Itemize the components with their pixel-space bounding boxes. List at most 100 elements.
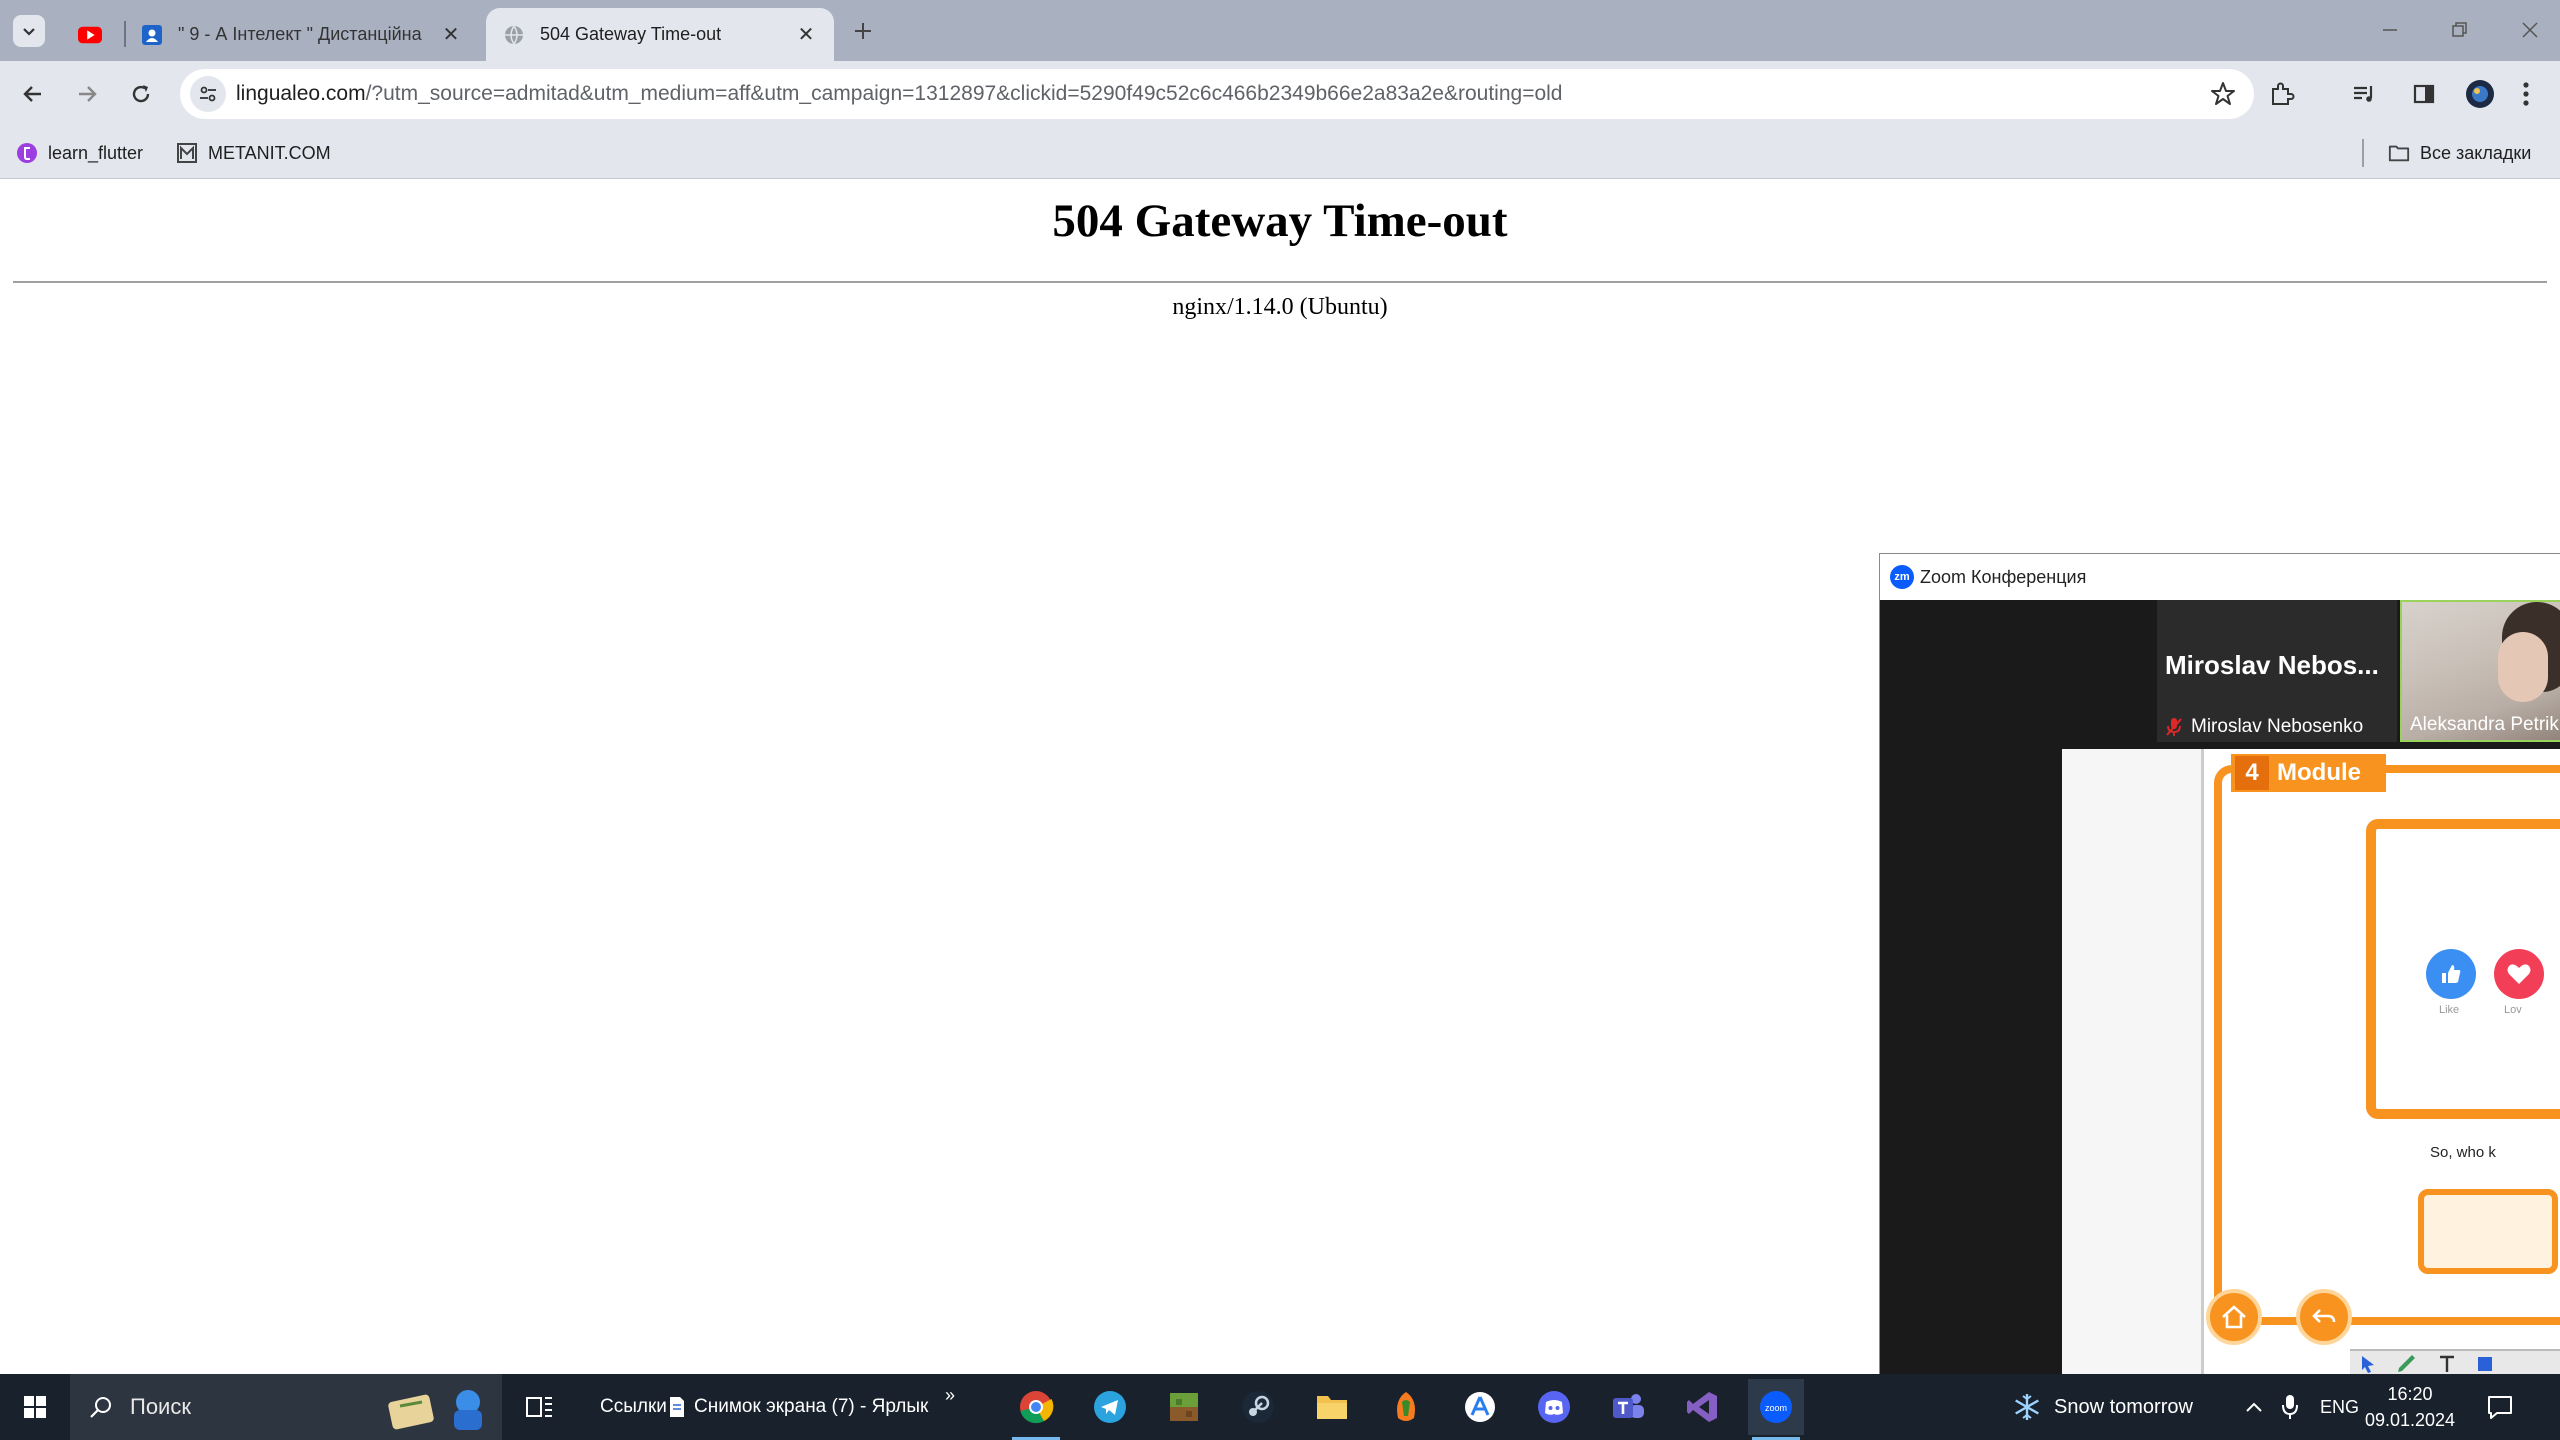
notifications-button[interactable] (2486, 1374, 2514, 1440)
all-bookmarks-button[interactable]: Все закладки (2388, 137, 2531, 169)
shared-slide: 4 Module Like Lov So, who k (2206, 749, 2560, 1376)
screen-share-area[interactable]: 4 Module Like Lov So, who k (2062, 749, 2560, 1376)
module-label: Module (2277, 759, 2361, 786)
side-panel-button[interactable] (2408, 78, 2440, 110)
classroom-icon (140, 23, 164, 47)
text-icon[interactable] (2438, 1354, 2456, 1374)
task-view-icon (526, 1397, 552, 1417)
fl-studio-taskbar-button[interactable] (1378, 1379, 1434, 1435)
taskbar-search-box[interactable]: Поиск (70, 1374, 502, 1440)
heart-icon (2494, 949, 2544, 999)
search-icon (90, 1397, 111, 1418)
plus-icon (855, 23, 871, 39)
tray-overflow-button[interactable] (2244, 1374, 2264, 1440)
youtube-icon (78, 23, 102, 47)
task-view-button[interactable] (512, 1379, 568, 1435)
server-signature: nginx/1.14.0 (Ubuntu) (1172, 294, 1388, 320)
playlist-icon (2354, 86, 2373, 102)
minimize-button[interactable] (2362, 10, 2418, 50)
toolbar-overflow-button[interactable]: » (945, 1362, 955, 1428)
bookmark-metanit[interactable]: METANIT.COM (176, 137, 331, 169)
discord-taskbar-button[interactable] (1526, 1379, 1582, 1435)
video-face (2498, 632, 2548, 702)
avatar-icon (2466, 80, 2494, 108)
forward-button[interactable] (66, 73, 108, 115)
restore-button[interactable] (2432, 10, 2488, 50)
mic-muted-icon (2166, 718, 2182, 736)
annotation-toolbar[interactable] (2350, 1349, 2560, 1376)
back-arrow-icon (2296, 1289, 2352, 1345)
language-indicator[interactable]: ENG (2320, 1374, 2359, 1440)
chevron-up-icon (2246, 1402, 2262, 1412)
tab-search-button[interactable] (13, 15, 45, 47)
profile-avatar[interactable] (2464, 78, 2496, 110)
telegram-icon (1094, 1391, 1126, 1423)
file-explorer-taskbar-button[interactable] (1304, 1379, 1360, 1435)
flutter-bookmark-icon (16, 142, 38, 164)
folder-icon (1317, 1396, 1347, 1419)
steam-icon (1242, 1391, 1274, 1423)
chrome-taskbar-button[interactable] (1008, 1379, 1064, 1435)
chevron-down-icon (23, 28, 35, 36)
address-bar[interactable]: lingualeo.com/?utm_source=admitad&utm_me… (180, 69, 2254, 119)
reload-button[interactable] (120, 73, 162, 115)
visual-studio-taskbar-button[interactable] (1674, 1379, 1730, 1435)
links-toolbar-label[interactable]: Ссылки (600, 1374, 667, 1440)
clock[interactable]: 16:20 09.01.2024 (2360, 1381, 2460, 1433)
windows-taskbar: Поиск Ссылки Снимок экрана (7) - Ярлык » (0, 1374, 2560, 1440)
weather-widget[interactable]: Snow tomorrow (2012, 1374, 2193, 1440)
zoom-title-bar[interactable]: zm Zoom Конференция (1880, 554, 2560, 600)
participant-name: Miroslav Nebosenko (2191, 716, 2364, 737)
teams-taskbar-button[interactable] (1600, 1379, 1656, 1435)
app-store-taskbar-button[interactable] (1452, 1379, 1508, 1435)
steam-taskbar-button[interactable] (1230, 1379, 1286, 1435)
media-controls-button[interactable] (2348, 78, 2380, 110)
site-info-button[interactable] (190, 76, 226, 112)
microphone-icon (2282, 1395, 2298, 1419)
participant-video-tile[interactable]: Aleksandra Petrik (2400, 600, 2560, 742)
shape-icon[interactable] (2476, 1355, 2494, 1373)
zoom-taskbar-button[interactable]: zoom (1748, 1379, 1804, 1435)
shortcut-label: Снимок экрана (7) - Ярлык (694, 1396, 929, 1417)
kebab-menu-icon (2523, 82, 2529, 106)
microphone-tray-button[interactable] (2280, 1374, 2300, 1440)
participant-name-large: Miroslav Nebos... (2165, 650, 2379, 680)
start-button[interactable] (0, 1374, 70, 1440)
minimize-icon (2383, 29, 2397, 31)
extensions-button[interactable] (2266, 78, 2298, 110)
url-path: /?utm_source=admitad&utm_medium=aff&utm_… (365, 82, 1563, 105)
zoom-content: Miroslav Nebos... Miroslav Nebosenko Ale… (1880, 600, 2560, 1376)
url-text[interactable]: lingualeo.com/?utm_source=admitad&utm_me… (236, 69, 1562, 119)
module-tag: 4 Module (2231, 754, 2386, 792)
back-button[interactable] (12, 73, 54, 115)
minecraft-taskbar-button[interactable] (1156, 1379, 1212, 1435)
search-highlight-art (388, 1390, 482, 1430)
browser-menu-button[interactable] (2510, 78, 2542, 110)
windows-logo-icon (24, 1396, 46, 1418)
bookmark-learn-flutter[interactable]: learn_flutter (16, 137, 143, 169)
clock-date: 09.01.2024 (2364, 1410, 2456, 1430)
close-icon[interactable]: ✕ (439, 23, 463, 47)
pen-icon[interactable] (2396, 1354, 2418, 1374)
fl-studio-icon (1397, 1392, 1415, 1421)
bookmarks-bar: learn_flutter METANIT.COM Все закладки (0, 127, 2560, 179)
pinned-shortcut[interactable]: Снимок экрана (7) - Ярлык (668, 1374, 928, 1440)
bookmark-star-button[interactable] (2208, 79, 2238, 109)
tab-youtube[interactable] (62, 8, 124, 61)
bookmark-label: METANIT.COM (208, 142, 331, 163)
telegram-taskbar-button[interactable] (1082, 1379, 1138, 1435)
tab-classroom[interactable]: " 9 - А Інтелект " Дистанційна ✕ (124, 8, 479, 61)
divider (13, 281, 2547, 283)
close-window-button[interactable] (2502, 10, 2558, 50)
clock-time: 16:20 (2387, 1384, 2433, 1404)
zoom-meeting-window[interactable]: zm Zoom Конференция Miroslav Nebos... Mi… (1879, 553, 2560, 1376)
app-store-icon (1465, 1392, 1495, 1422)
tab-title: " 9 - А Інтелект " Дистанційна (178, 24, 422, 44)
participant-tile[interactable]: Miroslav Nebos... Miroslav Nebosenko (2157, 600, 2397, 742)
close-icon (2522, 22, 2538, 38)
new-tab-button[interactable] (846, 14, 880, 48)
desktop-screen: " 9 - А Інтелект " Дистанційна ✕ 504 Gat… (0, 0, 2560, 1440)
cursor-icon[interactable] (2360, 1354, 2376, 1374)
close-icon[interactable]: ✕ (794, 23, 818, 47)
tab-gateway-timeout[interactable]: 504 Gateway Time-out ✕ (486, 8, 834, 61)
